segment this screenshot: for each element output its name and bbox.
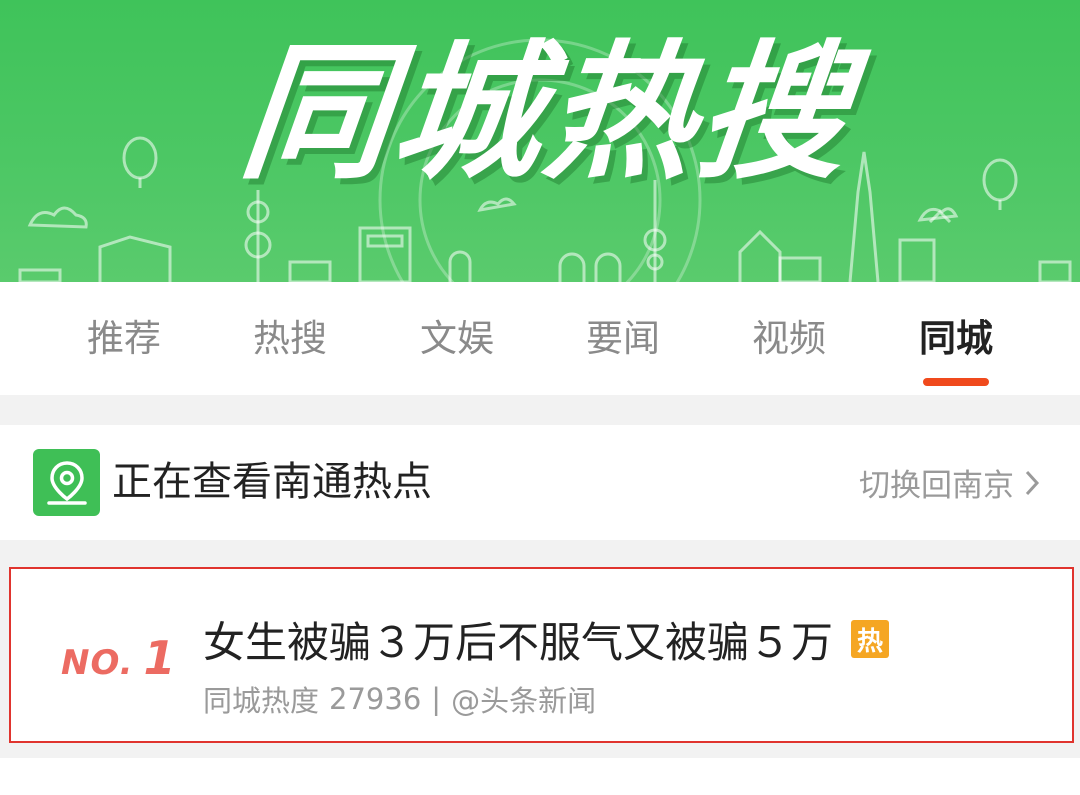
switch-city-label: 切换回南京 [859,468,1014,504]
rank-number: 1 [143,631,176,685]
switch-city-button[interactable]: 切换回南京 [859,425,1042,540]
location-bar: 正在查看南通热点 切换回南京 [0,425,1080,540]
news-title-row: 女生被骗３万后不服气又被骗５万 热 [203,609,890,669]
tab-hot-search[interactable]: 热搜 [210,282,370,395]
news-meta: 同城热度 27936 | @头条新闻 [203,677,596,721]
meta-separator: | [431,682,442,716]
tab-headlines[interactable]: 要闻 [543,282,703,395]
tab-bar: 推荐 热搜 文娱 要闻 视频 同城 [0,282,1080,395]
rank-prefix: NO. [61,643,134,683]
heat-value: 27936 [329,682,422,716]
tab-recommend[interactable]: 推荐 [44,282,204,395]
next-item-placeholder [0,758,1080,795]
heat-label: 同城热度 [203,684,320,718]
rank-label: NO. 1 [61,631,181,691]
chevron-right-icon [1025,470,1040,495]
tab-entertainment[interactable]: 文娱 [377,282,537,395]
location-text: 正在查看南通热点 [112,459,432,505]
active-tab-indicator [923,378,989,386]
hot-search-item[interactable]: NO. 1 女生被骗３万后不服气又被骗５万 热 同城热度 27936 | @头条… [9,567,1074,743]
banner: 同城热搜 [0,0,1080,282]
location-pin-icon [33,449,100,516]
news-title: 女生被骗３万后不服气又被骗５万 [203,617,834,667]
tab-video[interactable]: 视频 [709,282,869,395]
news-source: @头条新闻 [451,684,597,718]
banner-title: 同城热搜 [233,26,860,199]
hot-badge: 热 [851,620,890,658]
